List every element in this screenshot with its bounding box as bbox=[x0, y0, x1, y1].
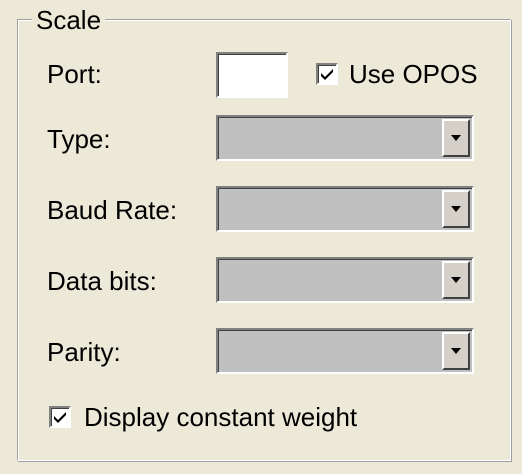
type-label: Type: bbox=[47, 124, 111, 154]
data-bits-select[interactable] bbox=[216, 257, 474, 303]
parity-label: Parity: bbox=[47, 337, 121, 367]
type-dropdown-button[interactable] bbox=[442, 119, 470, 157]
checkmark-icon bbox=[321, 69, 333, 80]
use-opos-checkbox[interactable] bbox=[316, 63, 338, 85]
port-input[interactable] bbox=[216, 52, 288, 98]
use-opos-label[interactable]: Use OPOS bbox=[349, 59, 478, 89]
type-select[interactable] bbox=[216, 115, 474, 161]
display-constant-weight-checkbox[interactable] bbox=[49, 406, 71, 428]
data-bits-label: Data bits: bbox=[47, 266, 157, 296]
port-label: Port: bbox=[47, 59, 102, 89]
chevron-down-icon bbox=[451, 206, 461, 212]
baud-rate-dropdown-button[interactable] bbox=[442, 190, 470, 228]
parity-select[interactable] bbox=[216, 328, 474, 374]
chevron-down-icon bbox=[451, 277, 461, 283]
chevron-down-icon bbox=[451, 348, 461, 354]
display-constant-weight-label[interactable]: Display constant weight bbox=[84, 402, 357, 432]
data-bits-dropdown-button[interactable] bbox=[442, 261, 470, 299]
chevron-down-icon bbox=[451, 135, 461, 141]
scale-settings-panel: Scale Port: Use OPOS Type: Baud Rate: Da… bbox=[0, 0, 522, 474]
baud-rate-label: Baud Rate: bbox=[47, 195, 178, 225]
checkmark-icon bbox=[54, 412, 66, 423]
scale-group-title: Scale bbox=[32, 6, 106, 34]
parity-dropdown-button[interactable] bbox=[442, 332, 470, 370]
baud-rate-select[interactable] bbox=[216, 186, 474, 232]
